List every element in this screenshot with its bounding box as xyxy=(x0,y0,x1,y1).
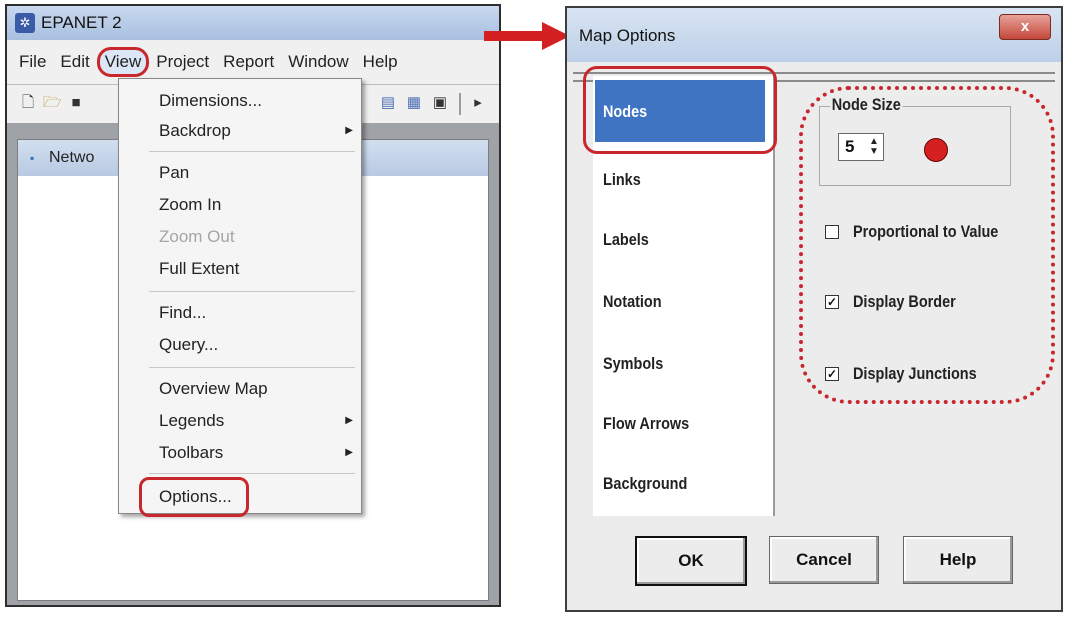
menu-separator xyxy=(149,151,355,152)
dialog-title: Map Options xyxy=(579,26,676,45)
view-menu-legends[interactable]: Legends ▶ xyxy=(159,407,353,435)
menu-help[interactable]: Help xyxy=(356,52,405,72)
view-menu-backdrop[interactable]: Backdrop ▶ xyxy=(159,117,353,145)
network-map-icon: ▪ xyxy=(30,151,35,165)
epanet-app-icon: ✲ xyxy=(15,13,35,33)
network-map-title: Netwo xyxy=(49,149,95,166)
menu-separator xyxy=(149,473,355,474)
view-menu-zoom-in[interactable]: Zoom In xyxy=(159,191,221,219)
help-button[interactable]: Help xyxy=(903,536,1013,584)
tab-labels[interactable]: Labels xyxy=(603,230,649,250)
epanet-titlebar: ✲ EPANET 2 xyxy=(7,6,499,40)
menu-project[interactable]: Project xyxy=(149,52,216,72)
table-icon[interactable]: ▦ xyxy=(405,95,423,111)
close-button[interactable]: x xyxy=(999,14,1051,40)
map-options-dialog: Map Options x Nodes Links Labels Notatio… xyxy=(565,6,1063,612)
options-icon[interactable]: ▣ xyxy=(431,95,449,111)
toolbar-separator xyxy=(459,93,461,115)
options-highlight-box xyxy=(139,477,249,517)
view-menu-toolbars[interactable]: Toolbars ▶ xyxy=(159,439,353,467)
submenu-arrow-icon: ▶ xyxy=(345,125,353,136)
view-menu-full-extent[interactable]: Full Extent xyxy=(159,255,239,283)
save-icon[interactable]: ■ xyxy=(67,95,85,111)
tab-links[interactable]: Links xyxy=(603,170,641,190)
view-menu-overview-map[interactable]: Overview Map xyxy=(159,375,268,403)
nodes-tab-highlight-box xyxy=(583,66,777,154)
menu-edit[interactable]: Edit xyxy=(53,52,96,72)
view-menu-dropdown: Dimensions... Backdrop ▶ Pan Zoom In Zoom… xyxy=(118,78,362,517)
dialog-titlebar: Map Options x xyxy=(567,8,1061,62)
menu-separator xyxy=(149,291,355,292)
menu-view[interactable]: View xyxy=(96,47,150,77)
submenu-arrow-icon: ▶ xyxy=(345,415,353,426)
view-menu-pan[interactable]: Pan xyxy=(159,159,189,187)
epanet-title: EPANET 2 xyxy=(41,13,122,32)
submenu-arrow-icon: ▶ xyxy=(345,447,353,458)
tab-symbols[interactable]: Symbols xyxy=(603,354,663,374)
cancel-button[interactable]: Cancel xyxy=(769,536,879,584)
view-menu-zoom-out: Zoom Out xyxy=(159,227,235,246)
open-folder-icon[interactable]: 🗁 xyxy=(43,95,62,111)
menu-window[interactable]: Window xyxy=(281,52,355,72)
view-menu-dimensions[interactable]: Dimensions... xyxy=(159,87,262,115)
ok-button[interactable]: OK xyxy=(635,536,747,586)
new-file-icon[interactable]: 🗋 xyxy=(19,95,37,111)
menu-separator xyxy=(149,367,355,368)
menu-file[interactable]: File xyxy=(7,52,53,72)
tab-background[interactable]: Background xyxy=(603,474,687,494)
select-pointer-icon[interactable]: ▸ xyxy=(469,95,487,111)
red-arrow-icon xyxy=(484,22,570,50)
nodes-options-highlight-box xyxy=(799,86,1055,404)
view-menu-find[interactable]: Find... xyxy=(159,299,206,327)
menu-report[interactable]: Report xyxy=(216,52,281,72)
tab-flow-arrows[interactable]: Flow Arrows xyxy=(603,414,689,434)
graph-icon[interactable]: ▤ xyxy=(379,95,397,111)
tab-notation[interactable]: Notation xyxy=(603,292,662,312)
view-menu-query[interactable]: Query... xyxy=(159,331,218,359)
